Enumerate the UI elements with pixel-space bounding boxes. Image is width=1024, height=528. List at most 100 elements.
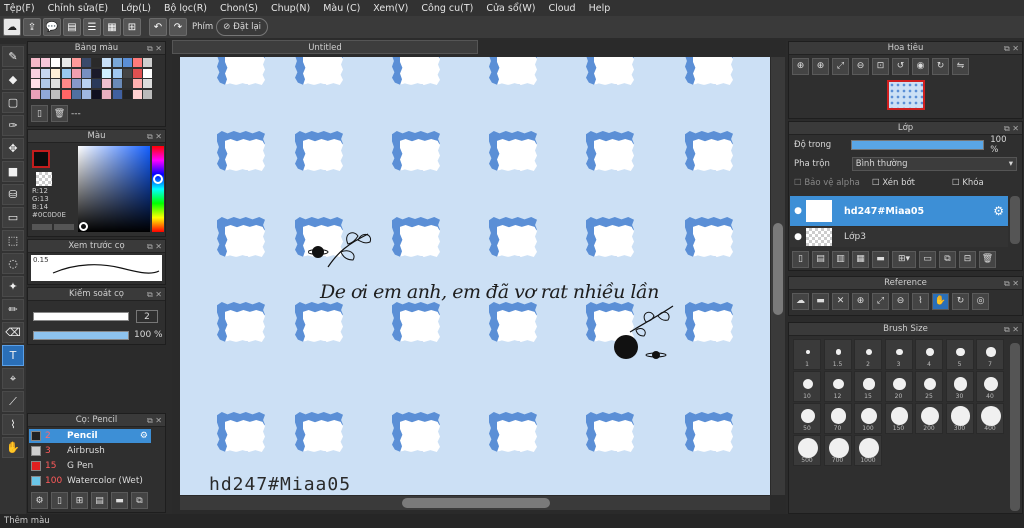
brush-edit-icon[interactable]: ▤: [91, 492, 108, 509]
palette-swatch[interactable]: [143, 68, 153, 78]
list-icon[interactable]: ☰: [83, 18, 101, 36]
text-tool-icon[interactable]: T: [2, 345, 24, 366]
open-folder-icon[interactable]: ▬: [812, 292, 829, 310]
palette-swatch[interactable]: [133, 58, 142, 67]
gradient-icon[interactable]: ▭: [2, 207, 24, 228]
palette-swatch[interactable]: [92, 79, 102, 88]
palette-swatch[interactable]: [41, 89, 51, 99]
smudge-icon[interactable]: ✑: [2, 115, 24, 136]
folder-icon[interactable]: ▭: [919, 250, 936, 268]
layer-row[interactable]: ● Lớp3: [790, 227, 1008, 247]
navigator-thumbnail[interactable]: [887, 80, 925, 110]
brush-size-cell[interactable]: 40: [976, 371, 1004, 402]
brush-size-cell[interactable]: 10: [793, 371, 821, 402]
new-halftone-icon[interactable]: ▦: [852, 250, 869, 268]
rect-select-icon[interactable]: ▢: [2, 92, 24, 113]
eyedropper-icon[interactable]: ⌇: [2, 414, 24, 435]
fit-icon[interactable]: ⤢: [832, 57, 849, 75]
palette-swatch[interactable]: [82, 89, 91, 99]
menu-help[interactable]: Help: [589, 3, 611, 14]
rotate-icon[interactable]: ↻: [952, 292, 969, 310]
layer-menu-icon[interactable]: ⊞▾: [892, 250, 916, 268]
brush-tool-icon[interactable]: ✎: [2, 46, 24, 67]
operation-icon[interactable]: ⌖: [2, 368, 24, 389]
new-folder-icon[interactable]: ▬: [872, 250, 889, 268]
menu-window[interactable]: Cửa sổ(W): [486, 3, 535, 14]
brush-list-item[interactable]: 3 Airbrush: [29, 444, 151, 458]
brush-size-scrollbar[interactable]: [1010, 343, 1020, 511]
menu-tools[interactable]: Công cu(T): [421, 3, 473, 14]
rotate-left-icon[interactable]: ↺: [892, 57, 909, 75]
palette-swatch[interactable]: [102, 68, 112, 78]
chat-icon[interactable]: 💬: [43, 18, 61, 36]
panel-controls-icon[interactable]: ⧉ ✕: [147, 130, 162, 143]
panel-controls-icon[interactable]: ⧉ ✕: [147, 414, 162, 427]
brush-size-cell[interactable]: 3: [884, 339, 913, 370]
zoom-in-icon[interactable]: ⊕: [792, 57, 809, 75]
zoom-out-icon[interactable]: ⊖: [852, 57, 869, 75]
grid-icon[interactable]: ▦: [103, 18, 121, 36]
palette-swatch[interactable]: [143, 79, 153, 88]
new-layer-1bit-icon[interactable]: ▥: [832, 250, 849, 268]
blend-mode-select[interactable]: Bình thường ▾: [851, 156, 1017, 171]
brush-size-cell[interactable]: 20: [884, 371, 913, 402]
brush-size-cell[interactable]: 4: [915, 339, 943, 370]
layer-opacity-slider[interactable]: [851, 139, 985, 150]
brush-size-cell[interactable]: 150: [884, 403, 913, 434]
menu-view[interactable]: Xem(V): [373, 3, 408, 14]
hue-slider[interactable]: [152, 146, 164, 232]
palette-swatch[interactable]: [71, 89, 81, 99]
palette-swatch[interactable]: [51, 89, 61, 99]
zoom-in-alt-icon[interactable]: ⊕: [812, 57, 829, 75]
eraser-tool-icon[interactable]: ◆: [2, 69, 24, 90]
brush-size-cell[interactable]: 1.5: [823, 339, 852, 370]
new-layer-8bit-icon[interactable]: ▤: [812, 250, 829, 268]
brush-size-cell[interactable]: 15: [854, 371, 882, 402]
fill-rect-icon[interactable]: ■: [2, 161, 24, 182]
brush-size-slider[interactable]: [33, 312, 129, 321]
menu-layer[interactable]: Lớp(L): [121, 3, 151, 14]
rotate-right-icon[interactable]: ↻: [932, 57, 949, 75]
color-field[interactable]: [78, 146, 150, 232]
reset-rotate-icon[interactable]: ◉: [912, 57, 929, 75]
palette-swatch[interactable]: [51, 68, 61, 78]
palette-swatch[interactable]: [31, 68, 40, 78]
color-mode-a[interactable]: [32, 224, 52, 230]
brush-size-cell[interactable]: 500: [793, 435, 821, 466]
delete-layer-icon[interactable]: 🗑: [979, 250, 996, 268]
brush-size-cell[interactable]: 5: [945, 339, 974, 370]
brush-size-value[interactable]: 2: [136, 310, 158, 323]
brush-size-cell[interactable]: 200: [915, 403, 943, 434]
color-mode-b[interactable]: [54, 224, 74, 230]
palette-swatch[interactable]: [102, 89, 112, 99]
new-layer-icon[interactable]: ▯: [792, 250, 809, 268]
brush-size-cell[interactable]: 700: [823, 435, 852, 466]
palette-swatch[interactable]: [92, 68, 102, 78]
clip-checkbox[interactable]: ☐ Xén bớt: [872, 178, 952, 188]
visibility-icon[interactable]: ●: [790, 206, 806, 216]
hscroll-thumb[interactable]: [402, 498, 550, 508]
zoom-in-icon[interactable]: ⊕: [852, 292, 869, 310]
brush-opacity-slider[interactable]: [33, 331, 129, 340]
palette-swatch[interactable]: [61, 89, 71, 99]
eyedropper-icon[interactable]: ⌇: [912, 292, 929, 310]
zoom-out-icon[interactable]: ⊖: [892, 292, 909, 310]
document-tab[interactable]: Untitled: [172, 40, 478, 54]
brush-size-cell[interactable]: 1: [793, 339, 821, 370]
palette-swatch[interactable]: [133, 79, 142, 88]
palette-swatch[interactable]: [112, 68, 122, 78]
menu-filter[interactable]: Bộ lọc(R): [164, 3, 207, 14]
palette-swatch[interactable]: [112, 58, 122, 67]
palette-swatch[interactable]: [41, 79, 51, 88]
background-swatch[interactable]: [36, 172, 52, 186]
brush-size-cell[interactable]: 2: [854, 339, 882, 370]
hand-icon[interactable]: ✋: [932, 292, 949, 310]
panel-controls-icon[interactable]: ⧉ ✕: [147, 240, 162, 253]
brush-copy-icon[interactable]: ⧉: [131, 492, 148, 509]
menu-cloud[interactable]: Cloud: [548, 3, 575, 14]
palette-swatch[interactable]: [51, 79, 61, 88]
zoom-fit-icon[interactable]: ⤢: [872, 292, 889, 310]
delete-palette-icon[interactable]: 🗑: [51, 105, 68, 122]
canvas-horizontal-scrollbar[interactable]: [180, 496, 770, 510]
cloud-icon[interactable]: ☁: [3, 18, 21, 36]
